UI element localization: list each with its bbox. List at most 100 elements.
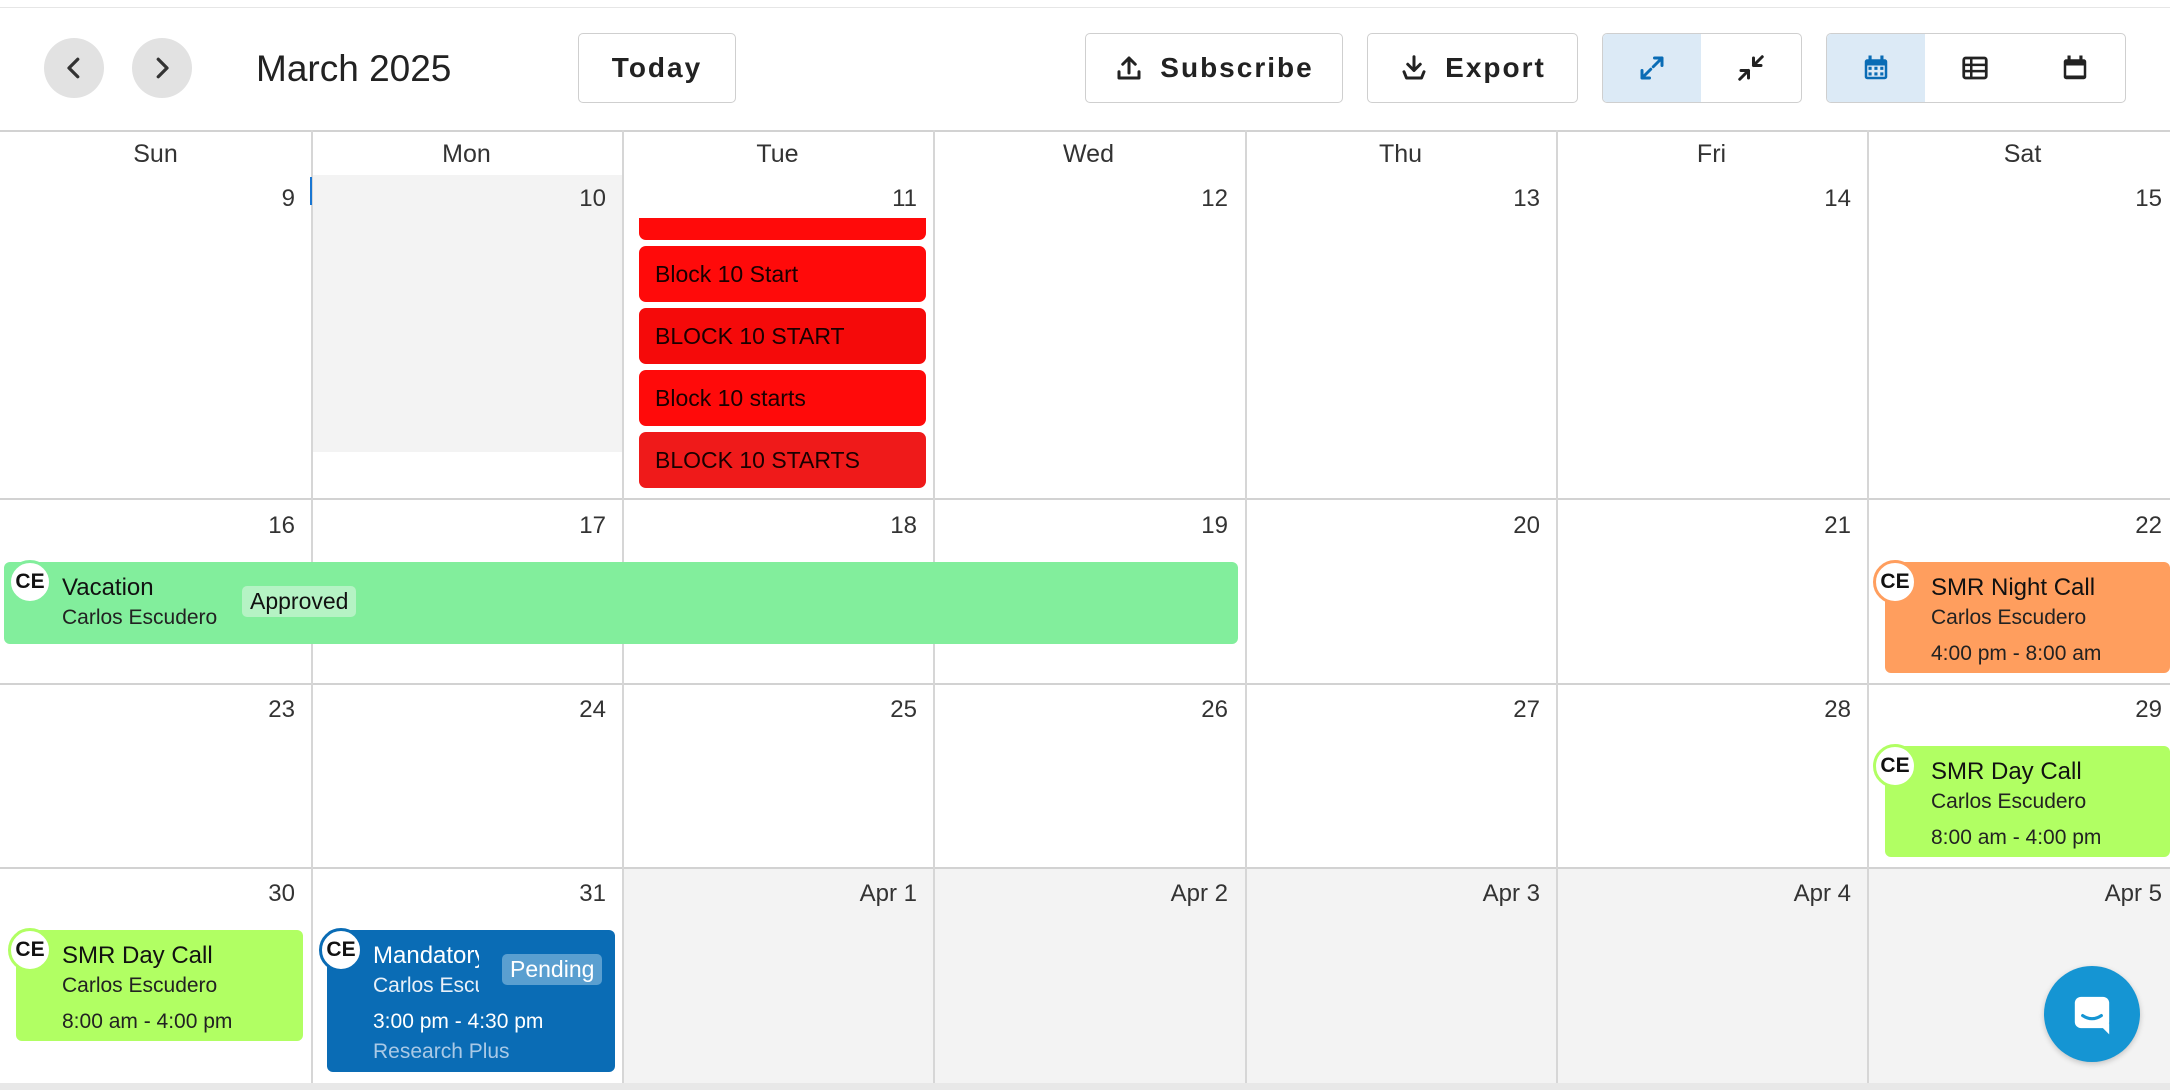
event-block-10-start[interactable]: Block 10 Start (639, 246, 926, 302)
day-number[interactable]: 15 (2012, 185, 2162, 213)
day-number[interactable]: Apr 4 (1701, 880, 1851, 908)
avatar: CE (1873, 744, 1917, 788)
day-number[interactable]: 21 (1701, 512, 1851, 540)
event-person: Carlos Escudero (62, 974, 218, 997)
weekday-header: Tue (756, 140, 799, 168)
event-block-clipped[interactable] (639, 218, 926, 240)
expand-button[interactable] (1603, 34, 1701, 102)
day-number[interactable]: 14 (1701, 185, 1851, 213)
event-title: SMR Night Call (1931, 574, 2096, 601)
event-smr-day-call[interactable]: CE SMR Day Call Carlos Escudero 8:00 am … (1873, 744, 2170, 857)
cell-shade-mon-10 (311, 175, 622, 452)
day-view-button[interactable] (2025, 34, 2125, 102)
expand-icon (1640, 56, 1664, 80)
day-number[interactable]: 26 (1078, 696, 1228, 724)
avatar: CE (8, 928, 52, 972)
event-time: 8:00 am - 4:00 pm (1931, 826, 2102, 849)
view-toggle-group (1826, 33, 2126, 103)
today-indicator (310, 177, 312, 205)
grid-line (1556, 130, 1558, 1083)
day-number[interactable]: 28 (1701, 696, 1851, 724)
event-block-10-start-caps[interactable]: BLOCK 10 START (639, 308, 926, 364)
event-time: 4:00 pm - 8:00 am (1931, 642, 2102, 665)
calendar-month-icon (1864, 55, 1888, 80)
event-block-10-starts[interactable]: Block 10 starts (639, 370, 926, 426)
grid-line (0, 498, 2170, 500)
day-number[interactable]: 25 (767, 696, 917, 724)
event-title: SMR Day Call (62, 942, 213, 969)
avatar: CE (319, 928, 363, 972)
next-month-button[interactable] (132, 38, 192, 98)
day-number[interactable]: 16 (145, 512, 295, 540)
chat-launcher-button[interactable] (2044, 966, 2140, 1062)
status-badge: Approved (242, 586, 357, 617)
chevron-right-icon (156, 57, 169, 79)
upload-icon (1117, 56, 1141, 80)
event-time: 8:00 am - 4:00 pm (62, 1010, 233, 1033)
day-number[interactable]: 11 (767, 185, 917, 213)
calendar-day-icon (2063, 55, 2087, 80)
event-mandatory[interactable]: CE Mandatory Carlos Escudero Pending 3:0… (319, 928, 615, 1072)
export-button-label: Export (1445, 52, 1546, 83)
grid-line (0, 683, 2170, 685)
day-number[interactable]: 24 (456, 696, 606, 724)
event-person: Carlos Escudero (62, 606, 218, 629)
event-smr-day-call[interactable]: CE SMR Day Call Carlos Escudero 8:00 am … (8, 928, 303, 1041)
event-title: Mandatory (373, 942, 479, 969)
weekday-header: Sat (2003, 140, 2042, 168)
day-number[interactable]: Apr 5 (2012, 880, 2162, 908)
avatar: CE (8, 560, 52, 604)
subscribe-button-label: Subscribe (1160, 52, 1314, 83)
export-button[interactable]: Export (1367, 33, 1578, 103)
day-number[interactable]: 17 (456, 512, 606, 540)
weekday-header: Thu (1378, 140, 1423, 168)
grid-line (1867, 130, 1869, 1083)
avatar: CE (1873, 560, 1917, 604)
bottom-divider (0, 1083, 2170, 1090)
event-person: Carlos Escudero (1931, 790, 2087, 813)
today-button-label: Today (611, 52, 703, 83)
day-number[interactable]: 29 (2012, 696, 2162, 724)
day-number[interactable]: 23 (145, 696, 295, 724)
event-title: Vacation (62, 574, 154, 601)
day-number[interactable]: Apr 1 (767, 880, 917, 908)
day-number[interactable]: 10 (456, 185, 606, 213)
subscribe-button[interactable]: Subscribe (1085, 33, 1343, 103)
calendar-toolbar: March 2025 Today Subscribe Export (0, 8, 2170, 130)
grid-line (0, 130, 2170, 132)
day-number[interactable]: 31 (456, 880, 606, 908)
status-badge: Pending (502, 954, 603, 985)
weekday-header: Fri (1696, 140, 1727, 168)
day-number[interactable]: 9 (145, 185, 295, 213)
day-number[interactable]: 19 (1078, 512, 1228, 540)
event-person: Carlos Escudero (1931, 606, 2087, 629)
month-grid: Sun Mon Tue Wed Thu Fri Sat 9 10 11 12 1… (0, 130, 2170, 1083)
list-view-button[interactable] (1925, 34, 2025, 102)
month-view-button[interactable] (1827, 34, 1925, 102)
event-block-10-starts-caps[interactable]: BLOCK 10 STARTS (639, 432, 926, 488)
weekday-header: Mon (442, 140, 491, 168)
day-number[interactable]: 12 (1078, 185, 1228, 213)
collapse-icon (1738, 55, 1764, 81)
day-number[interactable]: 30 (145, 880, 295, 908)
today-button[interactable]: Today (578, 33, 736, 103)
weekday-header: Wed (1063, 140, 1114, 168)
day-number[interactable]: 22 (2012, 512, 2162, 540)
day-number[interactable]: 20 (1390, 512, 1540, 540)
list-view-icon (1962, 56, 1988, 80)
download-icon (1402, 55, 1426, 80)
day-number[interactable]: 18 (767, 512, 917, 540)
event-smr-night-call[interactable]: CE SMR Night Call Carlos Escudero 4:00 p… (1873, 560, 2170, 673)
chevron-left-icon (67, 57, 80, 79)
event-vacation[interactable]: CE Vacation Carlos Escudero Approved (4, 560, 1238, 644)
day-number[interactable]: Apr 2 (1078, 880, 1228, 908)
event-person: Carlos Escudero (373, 974, 479, 997)
event-location: Research Plus (373, 1040, 510, 1063)
day-number[interactable]: 27 (1390, 696, 1540, 724)
day-number[interactable]: Apr 3 (1390, 880, 1540, 908)
day-number[interactable]: 13 (1390, 185, 1540, 213)
previous-month-button[interactable] (44, 38, 104, 98)
collapse-button[interactable] (1701, 34, 1801, 102)
event-title: SMR Day Call (1931, 758, 2082, 785)
month-title: March 2025 (256, 48, 452, 89)
